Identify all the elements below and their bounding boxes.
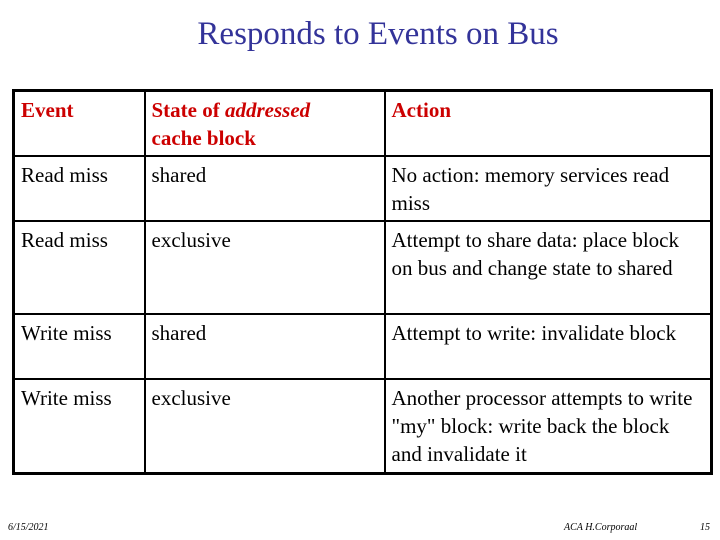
footer-author: ACA H.Corporaal [564, 522, 638, 533]
table-row: Read miss shared No action: memory servi… [12, 155, 713, 222]
table-row: Write miss exclusive Another processor a… [12, 378, 713, 474]
cell-action: Attempt to share data: place block on bu… [383, 220, 713, 315]
header-state-prefix: State of [151, 98, 225, 122]
cell-state: shared [143, 313, 386, 380]
table-row: Write miss shared Attempt to write: inva… [12, 313, 713, 380]
footer-page-number: 15 [700, 522, 710, 533]
cell-event: Read miss [12, 220, 146, 315]
table-row: Read miss exclusive Attempt to share dat… [12, 220, 713, 315]
header-action: Action [383, 89, 713, 157]
cell-event: Write miss [12, 313, 146, 380]
footer-date: 6/15/2021 [8, 522, 49, 533]
header-state-italic: addressed [224, 98, 311, 122]
cell-event: Read miss [12, 155, 146, 222]
header-state: State of addressed cache block [143, 89, 386, 157]
header-event: Event [12, 89, 146, 157]
header-state-suffix: cache block [151, 126, 256, 150]
cell-event: Write miss [12, 378, 146, 474]
cell-state: shared [143, 155, 386, 222]
slide-title: Responds to Events on Bus [197, 16, 559, 52]
cell-action: Another processor attempts to write "my"… [383, 378, 713, 474]
table-header-row: Event State of addressed cache block Acti… [12, 89, 713, 157]
cell-state: exclusive [143, 220, 386, 315]
cell-action: Attempt to write: invalidate block [383, 313, 713, 380]
cell-action: No action: memory services read miss [383, 155, 713, 222]
bus-events-table: Event State of addressed cache block Acti… [12, 89, 713, 475]
cell-state: exclusive [143, 378, 386, 474]
